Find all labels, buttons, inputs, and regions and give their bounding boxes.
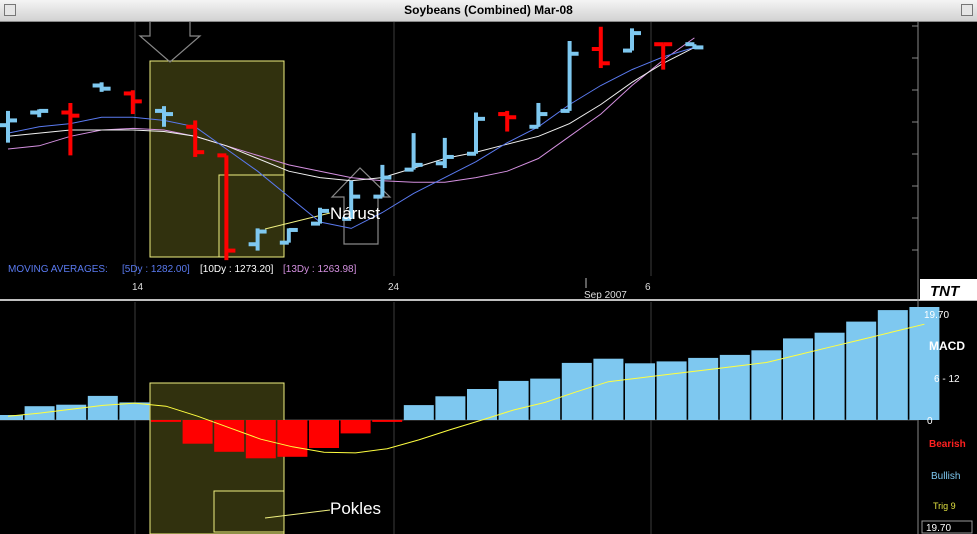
macd-bar-6 — [182, 420, 213, 444]
chart-canvas: Nárust Pokles MOVING AVERAGES: [5Dy : 12… — [0, 22, 977, 534]
ohlc-bar-14 — [435, 137, 454, 169]
ohlc-bar-22 — [685, 42, 704, 50]
ohlc-bar-4 — [123, 90, 142, 115]
macd-bar-21 — [656, 361, 687, 420]
date-tick-6: 6 — [645, 282, 651, 293]
legend-trig: Trig 9 — [933, 501, 956, 511]
legend-bearish: Bearish — [929, 439, 966, 450]
macd-top-value: 19.70 — [924, 310, 949, 321]
macd-bar-13 — [403, 405, 434, 420]
macd-bar-29 — [909, 307, 940, 420]
ma10-legend: [10Dy : 1273.20] — [200, 264, 274, 275]
chart-window: Soybeans (Combined) Mar-08 Nárust Pokles… — [0, 0, 977, 534]
ma5-legend: [5Dy : 1282.00] — [122, 264, 190, 275]
macd-bar-7 — [214, 420, 245, 452]
macd-bar-19 — [593, 358, 624, 420]
price-bars — [0, 26, 704, 261]
ohlc-bar-3 — [92, 82, 111, 92]
macd-bar-22 — [688, 357, 719, 420]
macd-bar-9 — [277, 420, 308, 457]
macd-bar-2 — [56, 404, 87, 420]
pokles-annotation: Pokles — [330, 499, 381, 518]
date-tick-month: Sep 2007 — [584, 290, 627, 301]
macd-bar-4 — [119, 402, 150, 420]
macd-bar-15 — [467, 389, 497, 420]
ma-legend-label: MOVING AVERAGES: — [8, 264, 108, 275]
macd-title: MACD — [929, 339, 965, 353]
ohlc-bar-16 — [498, 110, 517, 132]
legend-bullish: Bullish — [931, 471, 960, 482]
ohlc-bar-0 — [0, 110, 17, 143]
macd-bar-3 — [87, 395, 118, 420]
ma10-line — [7, 46, 695, 182]
macd-bar-16 — [498, 380, 529, 420]
down-arrow-icon — [138, 22, 202, 63]
ohlc-bar-15 — [467, 112, 485, 156]
macd-zone-box — [149, 382, 285, 534]
macd-bottom-value: 19.70 — [926, 523, 951, 534]
macd-zero-label: 0 — [927, 416, 933, 427]
decline-zone-box — [149, 60, 285, 258]
macd-bar-26 — [814, 332, 845, 420]
tnt-logo-text: TNT — [930, 283, 961, 300]
macd-bar-20 — [625, 363, 655, 420]
macd-bar-11 — [340, 420, 371, 434]
macd-bar-25 — [783, 338, 813, 420]
ohlc-bar-20 — [623, 28, 641, 53]
macd-bar-24 — [751, 350, 782, 420]
ohlc-bar-10 — [311, 207, 329, 226]
narust-annotation: Nárust — [330, 204, 380, 223]
ohlc-bar-1 — [30, 108, 49, 118]
ohlc-bar-17 — [529, 102, 548, 129]
macd-bar-14 — [435, 396, 466, 420]
macd-params: 6 - 12 — [934, 374, 960, 385]
date-tick-24: 24 — [388, 282, 400, 293]
price-axis — [918, 22, 977, 278]
macd-bar-28 — [877, 310, 908, 420]
macd-bar-10 — [309, 420, 339, 448]
macd-histogram — [0, 307, 940, 459]
date-tick-14: 14 — [132, 282, 144, 293]
ohlc-bar-2 — [61, 102, 80, 156]
ohlc-bar-13 — [404, 133, 423, 172]
ohlc-bar-19 — [591, 26, 610, 69]
ma13-legend: [13Dy : 1263.98] — [283, 264, 357, 275]
macd-bar-12 — [372, 420, 403, 422]
macd-bar-27 — [846, 321, 877, 420]
macd-bar-5 — [151, 420, 181, 422]
